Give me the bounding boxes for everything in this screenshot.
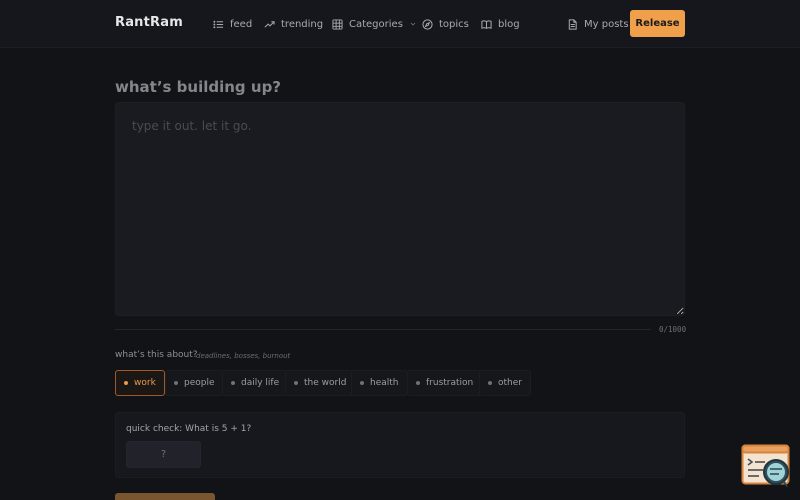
topic-question: what’s this about?	[115, 350, 198, 360]
page-title: what’s building up?	[115, 78, 282, 96]
nav-trending[interactable]: trending	[264, 16, 323, 32]
rant-textarea[interactable]	[115, 102, 685, 316]
dot-icon	[124, 381, 128, 385]
dot-icon	[174, 381, 178, 385]
release-button[interactable]: Release	[630, 10, 685, 37]
book-icon	[481, 19, 492, 29]
dot-icon	[416, 381, 420, 385]
topic-chip-label: daily life	[241, 378, 280, 388]
topic-chip-the-world[interactable]: the world	[285, 370, 356, 396]
topic-chip-label: health	[370, 378, 399, 388]
topic-chip-frustration[interactable]: frustration	[407, 370, 483, 396]
topic-chip-health[interactable]: health	[351, 370, 408, 396]
browser-chat-icon	[741, 444, 790, 488]
brand-logo[interactable]: RantRam	[115, 15, 183, 30]
nav-feed[interactable]: feed	[213, 16, 252, 32]
chat-help-widget[interactable]	[741, 444, 791, 490]
captcha-question: quick check: What is 5 + 1?	[126, 424, 252, 434]
topic-hint: deadlines, bosses, burnout	[196, 352, 291, 360]
captcha-card: quick check: What is 5 + 1?	[115, 412, 685, 478]
topic-chip-label: work	[134, 378, 156, 388]
nav-feed-label: feed	[230, 18, 253, 30]
top-nav-bar: RantRam feed trending Categories topics	[0, 0, 800, 48]
topic-chip-label: the world	[304, 378, 347, 388]
nav-categories-label: Categories	[349, 18, 403, 30]
nav-blog[interactable]: blog	[481, 16, 520, 32]
topic-chip-label: people	[184, 378, 215, 388]
dot-icon	[294, 381, 298, 385]
dot-icon	[488, 381, 492, 385]
trending-up-icon	[264, 20, 275, 28]
chevron-down-icon	[410, 22, 416, 26]
nav-topics-label: topics	[439, 18, 469, 30]
dot-icon	[360, 381, 364, 385]
submit-button[interactable]	[115, 493, 215, 500]
captcha-input[interactable]	[126, 441, 201, 468]
topic-chip-label: other	[498, 378, 522, 388]
topic-chip-people[interactable]: people	[165, 370, 224, 396]
my-posts-label: My posts	[584, 18, 629, 30]
topic-chip-other[interactable]: other	[479, 370, 531, 396]
compass-icon	[422, 18, 433, 30]
character-progress-bar	[115, 329, 651, 330]
character-counter: 0/1000	[659, 325, 687, 334]
grid-icon	[332, 18, 343, 30]
nav-blog-label: blog	[498, 18, 520, 30]
topic-chip-work[interactable]: work	[115, 370, 165, 396]
dot-icon	[231, 381, 235, 385]
my-posts-link[interactable]: My posts	[567, 16, 629, 32]
document-icon	[568, 18, 577, 30]
topic-chip-label: frustration	[426, 378, 474, 388]
list-icon	[213, 20, 224, 28]
nav-trending-label: trending	[281, 18, 324, 30]
nav-categories[interactable]: Categories	[332, 16, 417, 32]
nav-topics[interactable]: topics	[422, 16, 469, 32]
topic-chip-daily-life[interactable]: daily life	[222, 370, 289, 396]
